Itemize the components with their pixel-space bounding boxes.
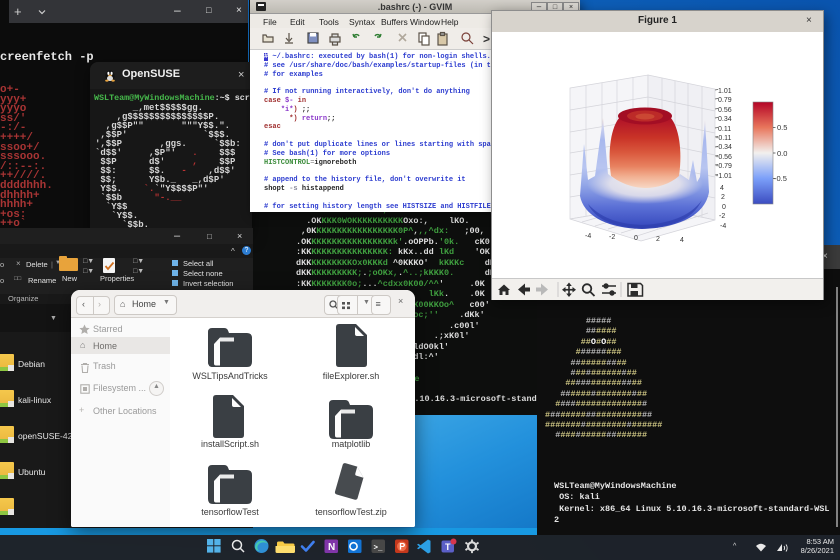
svg-text:-4: -4 — [720, 223, 726, 230]
svg-text:>: > — [483, 32, 490, 46]
svg-text:4: 4 — [680, 237, 684, 244]
svg-text:2: 2 — [656, 236, 660, 243]
svg-text:N: N — [328, 542, 335, 553]
svg-text:0.11: 0.11 — [718, 126, 731, 133]
svg-text:T: T — [445, 542, 451, 552]
svg-text:-0.11: -0.11 — [716, 135, 732, 142]
svg-text:>_: >_ — [374, 545, 384, 553]
svg-text:2: 2 — [721, 194, 725, 201]
svg-text:P: P — [399, 542, 405, 552]
svg-text:-0.34: -0.34 — [716, 144, 732, 151]
svg-text:-2: -2 — [719, 213, 725, 220]
svg-text:-0.79: -0.79 — [716, 163, 732, 170]
svg-text:0.0: 0.0 — [777, 149, 787, 158]
svg-text:0.5: 0.5 — [777, 123, 787, 132]
svg-text:0.34: 0.34 — [718, 116, 732, 123]
svg-text:0: 0 — [634, 235, 638, 242]
svg-text:0.79: 0.79 — [718, 97, 732, 104]
svg-text:4: 4 — [720, 185, 724, 192]
svg-text:-4: -4 — [585, 233, 591, 240]
svg-text:0: 0 — [722, 204, 726, 211]
svg-text:-0.56: -0.56 — [716, 154, 732, 161]
svg-text:-0.5: -0.5 — [774, 174, 787, 183]
svg-text:1.01: 1.01 — [718, 88, 732, 95]
svg-text:-2: -2 — [609, 234, 615, 241]
svg-text:-1.01: -1.01 — [716, 173, 732, 180]
svg-text:0.56: 0.56 — [718, 107, 732, 114]
